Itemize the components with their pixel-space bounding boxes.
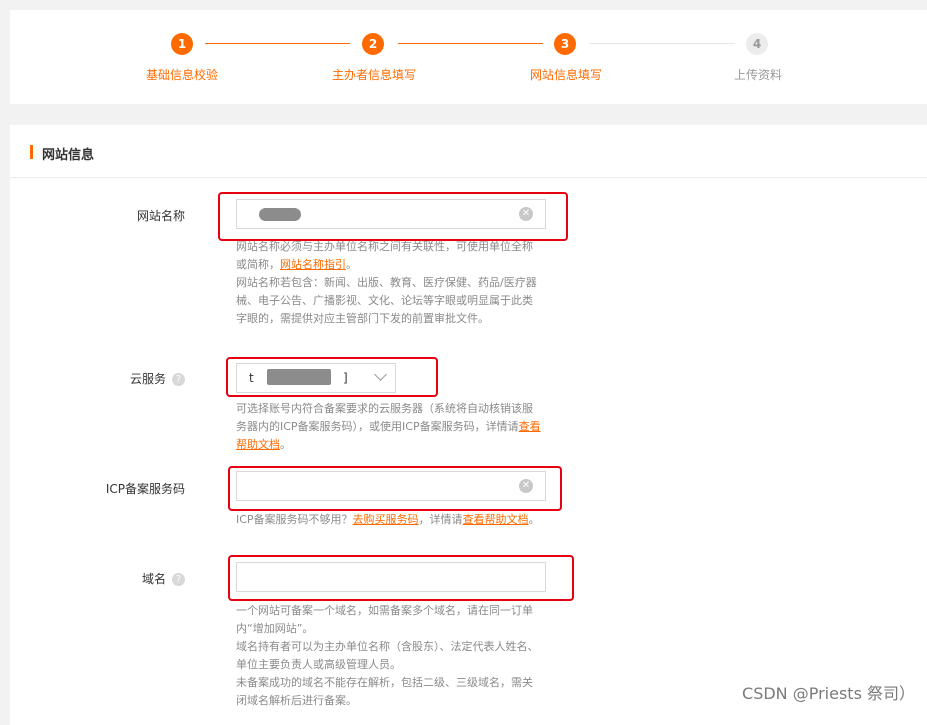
step-connector-2: [398, 43, 543, 44]
help-icon[interactable]: ?: [172, 573, 185, 586]
step-4-label: 上传资料: [734, 68, 783, 82]
step-2-circle: 2: [362, 33, 384, 55]
icp-code-hint-start: ICP备案服务码不够用？: [236, 513, 353, 526]
site-name-guide-link[interactable]: 网站名称指引: [280, 258, 346, 271]
cloud-service-hint-text: 可选择账号内符合备案要求的云服务器（系统将自动核销该服务器内的ICP备案服务码）…: [236, 402, 533, 433]
step-3-label: 网站信息填写: [530, 68, 603, 82]
icp-code-hint-end: 。: [528, 513, 540, 526]
cloud-service-label: 云服务?: [65, 370, 185, 387]
step-4-circle: 4: [746, 33, 768, 55]
watermark: CSDN @Priests 祭司）: [742, 684, 915, 703]
domain-label-text: 域名: [141, 572, 166, 586]
domain-hint-1: 一个网站可备案一个域名，如需备案多个域名，请在同一订单内“增加网站”。: [236, 604, 533, 635]
domain-hint-2: 域名持有者可以为主办单位名称（含股东）、法定代表人姓名、单位主要负责人或高级管理…: [236, 640, 539, 671]
cloud-service-hint-end: 。: [280, 438, 291, 451]
website-info-section: 网站信息 网站名称 ✕ 网站名称必须与主办单位名称之间有关联性，可使用单位全称或…: [10, 125, 927, 725]
step-1-label: 基础信息校验: [146, 68, 219, 82]
step-connector-1: [205, 43, 350, 44]
icp-code-hint-mid: ，详情请: [418, 513, 463, 526]
step-connector-3: [590, 43, 735, 44]
highlight-box-cloud-service: [226, 357, 438, 397]
help-icon[interactable]: ?: [172, 373, 185, 386]
site-name-hint-2: 网站名称若包含：新闻、出版、教育、医疗保健、药品/医疗器械、电子公告、广播影视、…: [236, 276, 537, 325]
cloud-service-hint: 可选择账号内符合备案要求的云服务器（系统将自动核销该服务器内的ICP备案服务码）…: [236, 400, 542, 454]
progress-steps: 1 基础信息校验 2 主办者信息填写 3 网站信息填写 4 上传资料: [10, 10, 927, 104]
buy-service-code-link[interactable]: 去购买服务码: [353, 513, 419, 526]
step-3-circle: 3: [554, 33, 576, 55]
section-accent-bar: [30, 145, 33, 159]
site-name-hint: 网站名称必须与主办单位名称之间有关联性，可使用单位全称或简称，网站名称指引。 网…: [236, 238, 542, 328]
step-2-label: 主办者信息填写: [332, 68, 417, 82]
site-name-label: 网站名称: [136, 209, 185, 223]
icp-code-hint: ICP备案服务码不够用？去购买服务码，详情请查看帮助文档。: [236, 511, 542, 529]
highlight-box-icp-code: [228, 466, 562, 511]
section-divider: [10, 177, 927, 178]
highlight-box-site-name: [218, 192, 568, 241]
domain-hint: 一个网站可备案一个域名，如需备案多个域名，请在同一订单内“增加网站”。 域名持有…: [236, 602, 542, 710]
section-title: 网站信息: [42, 148, 95, 163]
cloud-service-label-text: 云服务: [129, 372, 166, 386]
icp-code-label: ICP备案服务码: [105, 482, 185, 496]
domain-hint-3: 未备案成功的域名不能存在解析，包括二级、三级域名，需关闭域名解析后进行备案。: [236, 676, 533, 707]
highlight-box-domain: [228, 555, 574, 601]
site-name-hint-end: 。: [346, 258, 357, 271]
step-1-circle: 1: [171, 33, 193, 55]
domain-label: 域名?: [65, 570, 185, 587]
icp-code-help-link[interactable]: 查看帮助文档: [463, 513, 529, 526]
